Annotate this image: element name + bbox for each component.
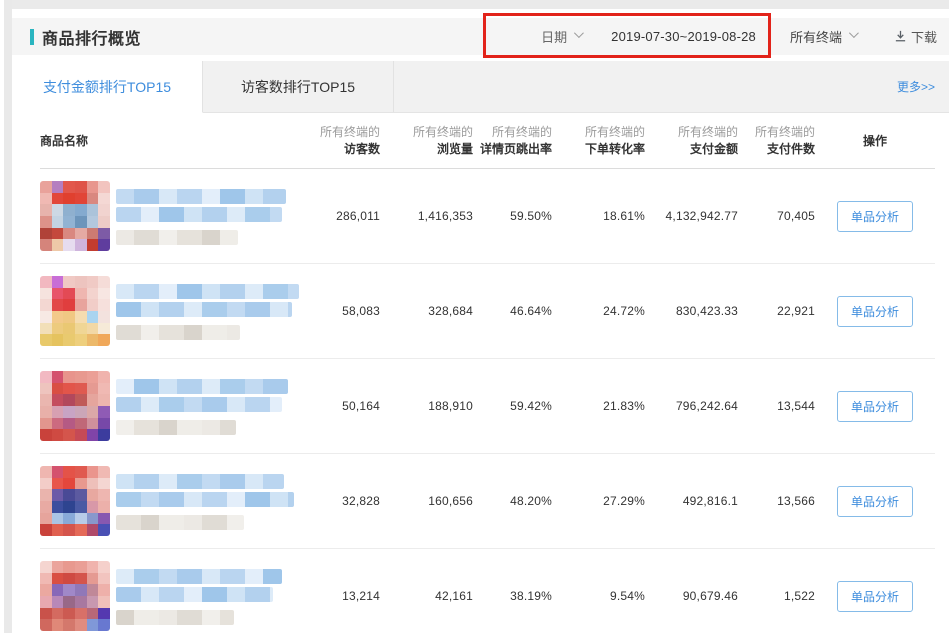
table-row: 58,083328,68446.64%24.72%830,423.3322,92… [40,264,935,359]
cell-order-conversion-rate: 9.54% [552,589,645,603]
cell-action: 单品分析 [815,391,935,422]
product-image [40,276,110,346]
table-row: 286,0111,416,35359.50%18.61%4,132,942.77… [40,169,935,264]
cell-payment-amount: 90,679.46 [645,589,738,603]
terminal-filter-dropdown[interactable]: 所有终端 [790,27,856,46]
cell-order-conversion-rate: 27.29% [552,494,645,508]
product-image [40,371,110,441]
analyze-button[interactable]: 单品分析 [837,581,913,612]
product-title-masked [116,472,294,530]
table-row: 13,21442,16138.19%9.54%90,679.461,522 单品… [40,549,935,633]
download-icon [894,30,907,43]
tab-bar-filler: 更多>> [394,61,949,112]
product-image [40,561,110,631]
th-order-conversion-rate: 所有终端的下单转化率 [552,124,645,158]
cell-pageviews: 188,910 [380,399,473,413]
download-button[interactable]: 下载 [894,27,937,46]
chevron-down-icon [849,28,859,38]
th-payment-count: 所有终端的支付件数 [738,124,815,158]
cell-order-conversion-rate: 21.83% [552,399,645,413]
cell-order-conversion-rate: 18.61% [552,209,645,223]
analyze-button[interactable]: 单品分析 [837,486,913,517]
analyze-button[interactable]: 单品分析 [837,201,913,232]
cell-action: 单品分析 [815,581,935,612]
product-image [40,466,110,536]
table-row: 50,164188,91059.42%21.83%796,242.6413,54… [40,359,935,454]
cell-payment-count: 13,566 [738,494,815,508]
product-title-masked [116,567,282,625]
card-header: 商品排行概览 日期 2019-07-30~2019-08-28 所有终端 下载 [12,18,949,55]
cell-product-name [40,466,310,536]
ranking-table: 商品名称 所有终端的访客数所有终端的浏览量所有终端的详情页跳出率所有终端的下单转… [12,113,949,633]
product-title-masked [116,187,286,245]
th-visitors: 所有终端的访客数 [310,124,380,158]
tab-visitors-top15[interactable]: 访客数排行TOP15 [203,61,394,112]
cell-product-name [40,371,310,441]
cell-payment-count: 1,522 [738,589,815,603]
download-label: 下载 [911,27,937,46]
cell-pageviews: 42,161 [380,589,473,603]
product-title-masked [116,282,299,340]
cell-product-name [40,561,310,631]
cell-action: 单品分析 [815,486,935,517]
cell-payment-count: 70,405 [738,209,815,223]
cell-product-name [40,181,310,251]
cell-payment-count: 22,921 [738,304,815,318]
cell-detail-bounce-rate: 38.19% [473,589,552,603]
cell-payment-amount: 492,816.1 [645,494,738,508]
cell-pageviews: 160,656 [380,494,473,508]
more-link[interactable]: 更多>> [897,78,935,95]
page-background-left [4,0,12,633]
cell-detail-bounce-rate: 48.20% [473,494,552,508]
date-filter-label: 日期 [541,27,567,46]
cell-detail-bounce-rate: 59.42% [473,399,552,413]
page-title: 商品排行概览 [42,25,141,49]
cell-payment-amount: 830,423.33 [645,304,738,318]
table-row: 32,828160,65648.20%27.29%492,816.113,566… [40,454,935,549]
date-filter-dropdown[interactable]: 日期 [537,27,581,46]
th-pageviews: 所有终端的浏览量 [380,124,473,158]
cell-action: 单品分析 [815,201,935,232]
product-ranking-card: 商品排行概览 日期 2019-07-30~2019-08-28 所有终端 下载 … [12,9,949,633]
cell-action: 单品分析 [815,296,935,327]
header-controls: 日期 2019-07-30~2019-08-28 所有终端 下载 [537,27,937,46]
cell-pageviews: 328,684 [380,304,473,318]
title-accent-bar [30,29,34,45]
product-image [40,181,110,251]
cell-detail-bounce-rate: 46.64% [473,304,552,318]
chevron-down-icon [574,28,584,38]
cell-visitors: 32,828 [310,494,380,508]
terminal-filter-label: 所有终端 [790,27,842,46]
cell-payment-amount: 4,132,942.77 [645,209,738,223]
cell-payment-count: 13,544 [738,399,815,413]
cell-visitors: 50,164 [310,399,380,413]
page-background-top [4,0,949,9]
cell-detail-bounce-rate: 59.50% [473,209,552,223]
cell-product-name [40,276,310,346]
cell-visitors: 13,214 [310,589,380,603]
table-header-row: 商品名称 所有终端的访客数所有终端的浏览量所有终端的详情页跳出率所有终端的下单转… [40,113,935,169]
cell-visitors: 58,083 [310,304,380,318]
th-detail-bounce-rate: 所有终端的详情页跳出率 [473,124,552,158]
th-payment-amount: 所有终端的支付金额 [645,124,738,158]
cell-payment-amount: 796,242.64 [645,399,738,413]
th-product-name: 商品名称 [40,132,310,149]
tab-payment-amount-top15[interactable]: 支付金额排行TOP15 [12,61,203,113]
analyze-button[interactable]: 单品分析 [837,391,913,422]
tab-bar: 支付金额排行TOP15 访客数排行TOP15 更多>> [12,61,949,113]
cell-order-conversion-rate: 24.72% [552,304,645,318]
cell-pageviews: 1,416,353 [380,209,473,223]
date-range-value[interactable]: 2019-07-30~2019-08-28 [611,29,756,44]
product-title-masked [116,377,288,435]
analyze-button[interactable]: 单品分析 [837,296,913,327]
table-body: 286,0111,416,35359.50%18.61%4,132,942.77… [40,169,935,633]
cell-visitors: 286,011 [310,209,380,223]
th-action: 操作 [815,132,935,149]
